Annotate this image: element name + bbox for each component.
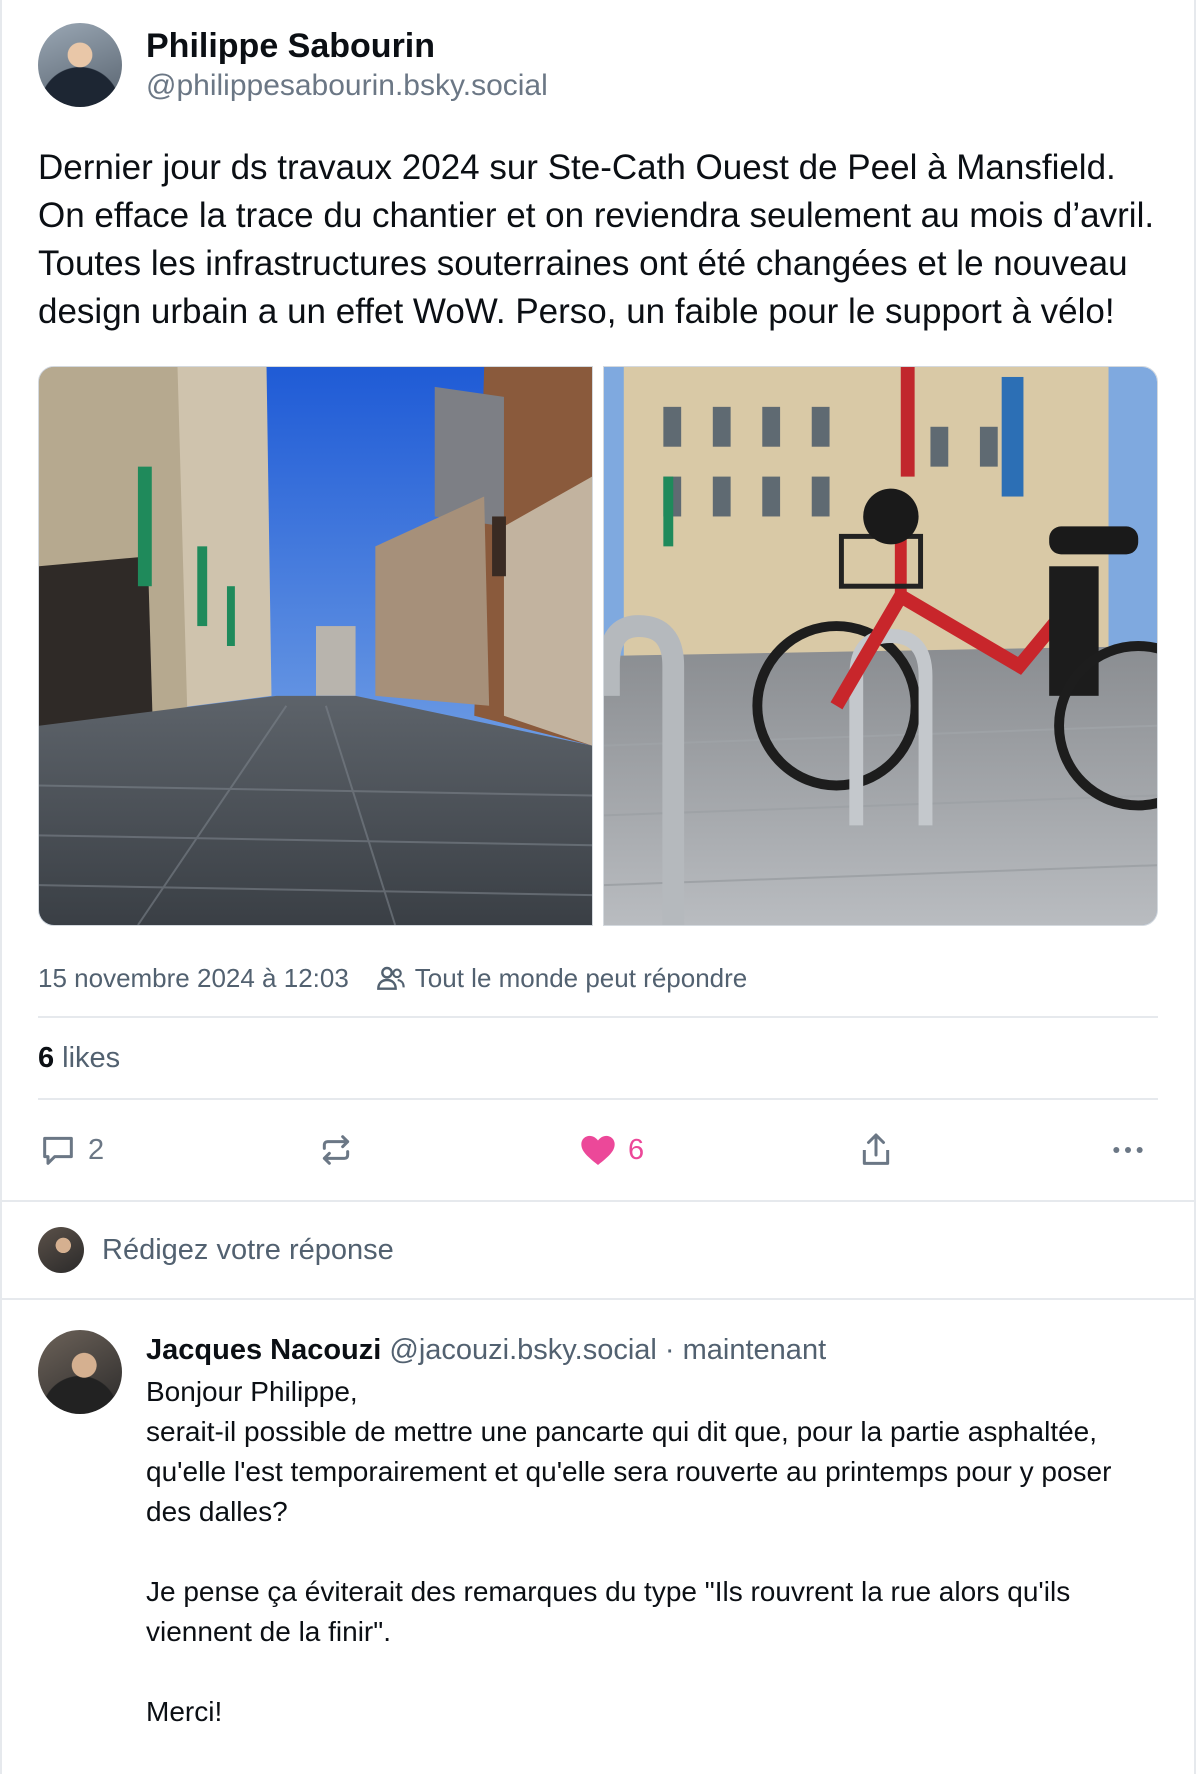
post-timestamp[interactable]: 15 novembre 2024 à 12:03 — [38, 963, 349, 994]
reply-count: 2 — [88, 1133, 105, 1166]
reply-setting[interactable]: Tout le monde peut répondre — [415, 963, 747, 994]
reply-post[interactable]: Jacques Nacouzi @jacouzi.bsky.social · m… — [2, 1300, 1194, 1732]
author-name[interactable]: Philippe Sabourin — [146, 25, 548, 67]
post-text: Dernier jour ds travaux 2024 sur Ste-Cat… — [38, 148, 1164, 331]
likes-summary[interactable]: 6 likes — [38, 1018, 1158, 1098]
reply-text: Bonjour Philippe, serait-il possible de … — [146, 1376, 1112, 1727]
post-meta: 15 novembre 2024 à 12:03 Tout le monde p… — [38, 956, 1158, 1000]
share-button[interactable] — [856, 1130, 896, 1170]
reply-header: Jacques Nacouzi @jacouzi.bsky.social · m… — [146, 1330, 1158, 1370]
reply-placeholder: Rédigez votre réponse — [102, 1233, 394, 1266]
post-author-row: Philippe Sabourin @philippesabourin.bsky… — [38, 20, 1158, 110]
repost-icon — [322, 1135, 350, 1165]
reply-separator: · — [664, 1334, 675, 1366]
heart-icon — [581, 1135, 615, 1165]
reply-author-avatar[interactable] — [38, 1330, 122, 1414]
bike-photo-illustration — [604, 367, 1157, 925]
street-photo-illustration — [39, 367, 592, 925]
post-images — [38, 366, 1158, 926]
author-handle[interactable]: @philippesabourin.bsky.social — [146, 67, 548, 105]
bluesky-thread: Philippe Sabourin @philippesabourin.bsky… — [0, 0, 1196, 1774]
repost-button[interactable] — [316, 1130, 366, 1170]
more-options-button[interactable] — [1108, 1130, 1148, 1170]
current-user-avatar — [38, 1227, 84, 1273]
street-photo[interactable] — [38, 366, 593, 926]
share-icon — [862, 1133, 890, 1165]
reply-button[interactable]: 2 — [38, 1130, 104, 1170]
reply-compose[interactable]: Rédigez votre réponse — [2, 1202, 1194, 1298]
like-button[interactable]: 6 — [578, 1130, 644, 1170]
reply-author-name[interactable]: Jacques Nacouzi — [146, 1334, 381, 1366]
more-icon — [1113, 1147, 1143, 1153]
reply-body: Jacques Nacouzi @jacouzi.bsky.social · m… — [146, 1330, 1158, 1732]
author-names: Philippe Sabourin @philippesabourin.bsky… — [146, 25, 548, 105]
reply-time[interactable]: maintenant — [683, 1334, 827, 1366]
main-post: Philippe Sabourin @philippesabourin.bsky… — [2, 0, 1194, 1200]
author-avatar[interactable] — [38, 23, 122, 107]
reply-author-handle[interactable]: @jacouzi.bsky.social — [389, 1334, 656, 1366]
people-icon — [376, 966, 405, 990]
likes-label: likes — [62, 1041, 121, 1074]
bike-photo[interactable] — [603, 366, 1158, 926]
likes-count: 6 — [38, 1041, 55, 1074]
post-actions: 2 6 — [38, 1100, 1158, 1200]
comment-icon — [43, 1136, 73, 1165]
like-count: 6 — [627, 1133, 645, 1166]
